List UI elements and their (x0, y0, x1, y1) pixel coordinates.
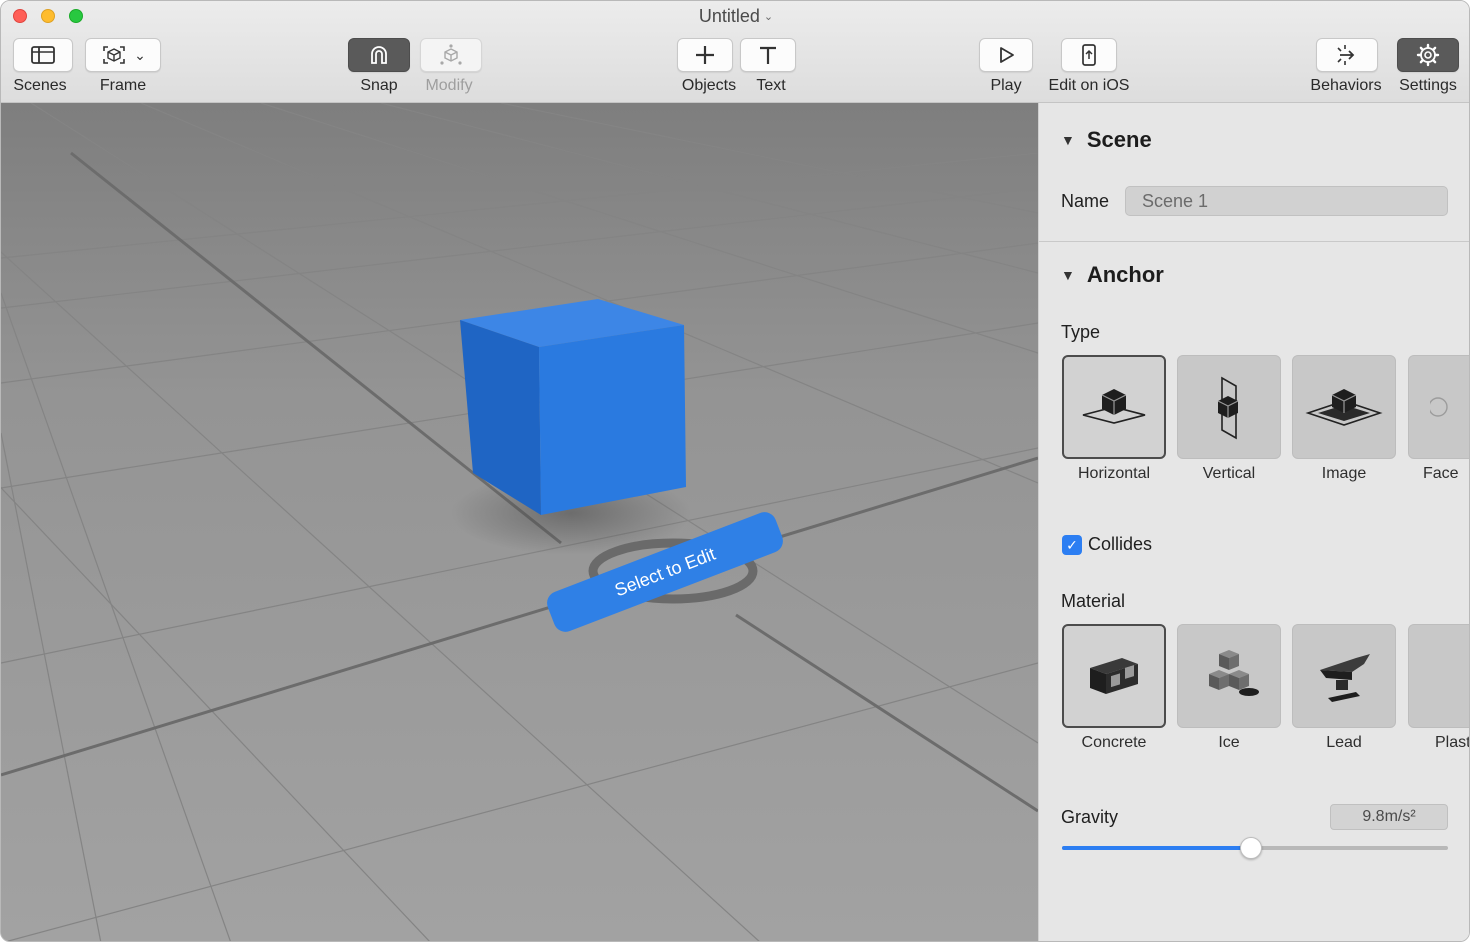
material-lead-label: Lead (1326, 734, 1362, 751)
play-label: Play (990, 77, 1022, 94)
chevron-down-icon: ⌄ (134, 46, 146, 63)
modify-cube-icon (440, 44, 462, 65)
scenes-label: Scenes (13, 77, 67, 94)
edit-on-ios-button[interactable] (1061, 38, 1117, 72)
window-title-text: Untitled (698, 6, 760, 26)
collides-label: Collides (1088, 534, 1153, 554)
text-label: Text (756, 77, 786, 94)
disclosure-triangle-icon[interactable]: ▼ (1061, 267, 1075, 283)
scene-name-field[interactable]: Scene 1 (1125, 186, 1448, 216)
anchor-type-vertical-label: Vertical (1202, 465, 1256, 482)
modify-button[interactable] (420, 38, 482, 72)
anchor-type-face-label: Face (1423, 465, 1459, 482)
material-ice-label: Ice (1218, 734, 1240, 751)
gear-icon (1416, 43, 1440, 67)
magnet-icon (371, 46, 387, 64)
scenes-button[interactable] (13, 38, 73, 72)
anvil-icon (1320, 654, 1370, 702)
anchor-type-vertical[interactable] (1177, 355, 1281, 459)
settings-button[interactable] (1397, 38, 1459, 72)
disclosure-triangle-icon[interactable]: ▼ (1061, 132, 1075, 148)
gravity-value-field[interactable]: 9.8m/s² (1330, 804, 1448, 830)
vertical-anchor-icon (1217, 376, 1239, 440)
modify-label: Modify (425, 77, 473, 94)
blue-cube[interactable] (460, 299, 686, 515)
viewport-canvas: Select to Edit (1, 103, 1038, 941)
anchor-type-horizontal[interactable] (1062, 355, 1166, 459)
anchor-heading: Anchor (1086, 262, 1164, 287)
play-icon (1000, 47, 1014, 63)
inspector-panel: ▼ Scene Name Scene 1 ▼ Anchor Type Horizon… (1038, 103, 1470, 941)
material-concrete-label: Concrete (1081, 734, 1147, 751)
image-anchor-icon (1305, 389, 1383, 426)
ios-device-icon (1082, 44, 1096, 66)
edit-on-ios-label: Edit on iOS (1048, 77, 1130, 94)
ice-cubes-icon (1209, 650, 1259, 696)
anchor-type-horizontal-label: Horizontal (1077, 465, 1151, 482)
anchor-type-face[interactable] (1408, 355, 1469, 459)
checkmark-icon: ✓ (1066, 536, 1078, 553)
behaviors-label: Behaviors (1310, 77, 1382, 94)
frame-label: Frame (99, 77, 147, 94)
material-label: Material (1061, 591, 1126, 611)
chevron-down-icon: ⌄ (763, 11, 774, 23)
frame-cube-icon (103, 46, 125, 64)
anchor-type-image[interactable] (1292, 355, 1396, 459)
toolbar: Untitled ⌄ Scenes ⌄ Frame Snap Modify Ob… (1, 1, 1469, 103)
material-plastic-label: Plastic (1435, 734, 1470, 751)
settings-label: Settings (1399, 77, 1457, 94)
scene-heading: Scene (1086, 127, 1152, 152)
snap-button[interactable] (348, 38, 410, 72)
material-lead[interactable] (1292, 624, 1396, 728)
material-plastic[interactable] (1408, 624, 1470, 728)
gravity-label: Gravity (1061, 807, 1119, 827)
play-button[interactable] (979, 38, 1033, 72)
anchor-type-image-label: Image (1321, 465, 1367, 482)
text-button[interactable] (740, 38, 796, 72)
material-concrete[interactable] (1062, 624, 1166, 728)
horizontal-anchor-icon (1082, 389, 1146, 424)
anchor-section-header[interactable]: ▼ Anchor (1061, 262, 1164, 288)
plastic-bottle-icon (1430, 644, 1470, 708)
face-anchor-icon (1430, 397, 1448, 417)
behaviors-button[interactable] (1316, 38, 1378, 72)
section-divider (1039, 241, 1469, 242)
sidebar-icon (31, 46, 55, 64)
scene-section-header[interactable]: ▼ Scene (1061, 127, 1152, 153)
objects-button[interactable] (677, 38, 733, 72)
gravity-slider-fill (1062, 846, 1252, 850)
concrete-block-icon (1090, 658, 1138, 694)
frame-button[interactable]: ⌄ (85, 38, 161, 72)
text-t-icon (760, 46, 776, 64)
gravity-slider-thumb[interactable] (1240, 837, 1263, 859)
scene-name-label: Name (1061, 191, 1110, 211)
window-title[interactable]: Untitled ⌄ (1, 6, 1469, 27)
collides-checkbox[interactable]: ✓ (1062, 535, 1082, 555)
plus-icon (696, 46, 714, 64)
snap-label: Snap (360, 77, 398, 94)
behaviors-icon (1337, 45, 1355, 65)
objects-label: Objects (681, 77, 737, 94)
scene-viewport[interactable]: Select to Edit (1, 103, 1038, 941)
reality-composer-window: Untitled ⌄ Scenes ⌄ Frame Snap Modify Ob… (0, 0, 1470, 942)
anchor-type-label: Type (1061, 322, 1101, 342)
material-ice[interactable] (1177, 624, 1281, 728)
